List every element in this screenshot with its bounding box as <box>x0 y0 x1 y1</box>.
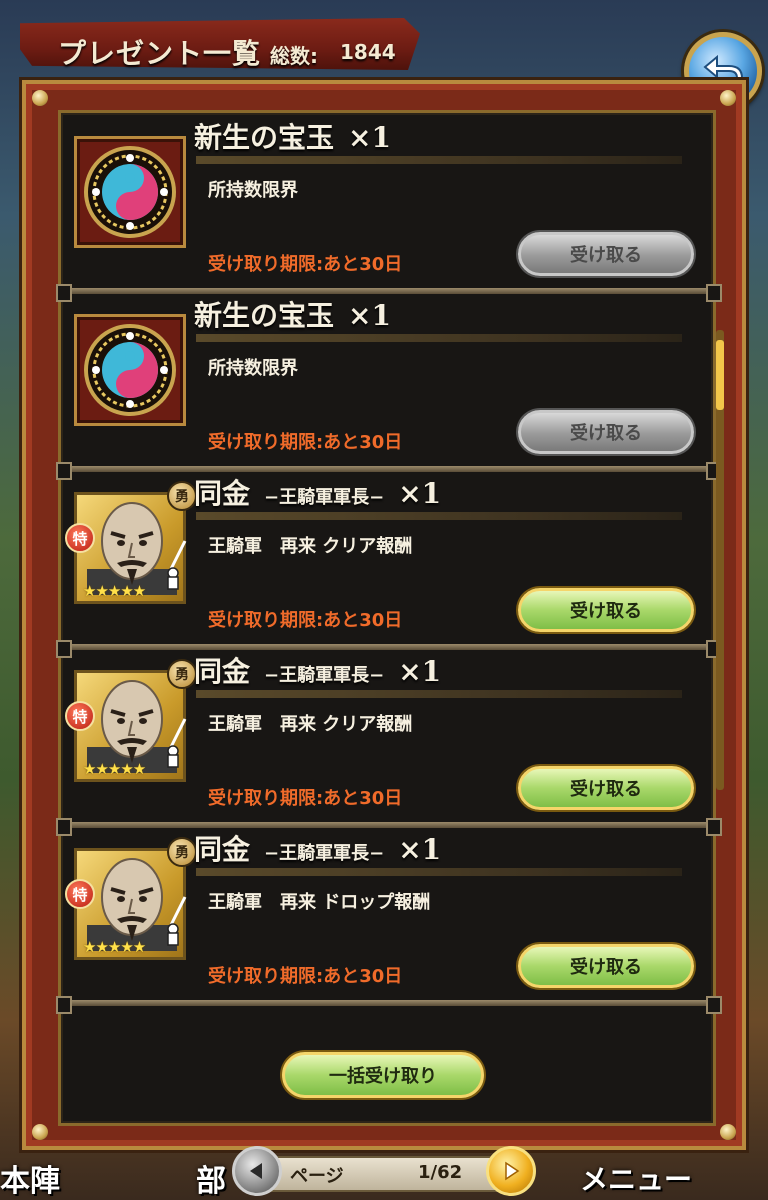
gem-icon <box>74 314 186 426</box>
pager-current: 1/62 <box>418 1162 463 1183</box>
item-name: 同金 −王騎軍軍長− ×1 <box>194 655 442 688</box>
item-name: 同金 −王騎軍軍長− ×1 <box>194 477 442 510</box>
spear-unit-icon <box>167 718 187 768</box>
star-rating: ★★★★★ <box>83 582 146 600</box>
corner-stud-icon <box>720 90 736 106</box>
star-rating: ★★★★★ <box>83 760 146 778</box>
special-badge: 特 <box>65 879 95 909</box>
general-face-icon <box>87 502 177 595</box>
item-description: 王騎軍 再来 クリア報酬 <box>208 714 413 735</box>
item-deadline: 受け取り期限:あと30日 <box>208 610 403 631</box>
general-face-icon <box>87 858 177 951</box>
special-badge: 特 <box>65 523 95 553</box>
item-description: 王騎軍 再来 ドロップ報酬 <box>208 892 431 913</box>
list-item: 勇 特 ★★★★★ 同金 −王騎軍軍長− ×1 王騎軍 再来 クリア報酬 受け取り期… <box>56 472 722 658</box>
nav-menu[interactable]: メニュー <box>580 1158 692 1198</box>
header-banner: プレゼント一覧 総数: 1844 <box>0 8 440 78</box>
list-item: 新生の宝玉 ×1 所持数限界 受け取り期限:あと30日 受け取る <box>56 116 722 302</box>
item-deadline: 受け取り期限:あと30日 <box>208 254 403 275</box>
receive-button[interactable]: 受け取る <box>518 232 694 276</box>
bulk-receive-button[interactable]: 一括受け取り <box>282 1052 484 1098</box>
prev-page-button[interactable] <box>232 1146 282 1196</box>
rank-badge: 勇 <box>167 837 197 867</box>
corner-stud-icon <box>720 1124 736 1140</box>
item-description: 王騎軍 再来 クリア報酬 <box>208 536 413 557</box>
special-badge: 特 <box>65 701 95 731</box>
item-name: 新生の宝玉 ×1 <box>194 121 391 154</box>
name-underline <box>196 868 682 876</box>
page-title: プレゼント一覧 <box>58 37 262 70</box>
gem-icon <box>74 136 186 248</box>
name-underline <box>196 512 682 520</box>
item-deadline: 受け取り期限:あと30日 <box>208 966 403 987</box>
item-name: 同金 −王騎軍軍長− ×1 <box>194 833 442 866</box>
item-deadline: 受け取り期限:あと30日 <box>208 432 403 453</box>
scrollbar-thumb[interactable] <box>716 340 724 410</box>
next-page-button[interactable] <box>486 1146 536 1196</box>
receive-button[interactable]: 受け取る <box>518 944 694 988</box>
name-underline <box>196 156 682 164</box>
spear-unit-icon <box>167 896 187 946</box>
spear-unit-icon <box>167 540 187 590</box>
pager: ページ 1/62 <box>232 1146 536 1196</box>
corner-stud-icon <box>32 90 48 106</box>
name-underline <box>196 690 682 698</box>
total-count-label: 総数: <box>270 44 318 68</box>
rank-badge: 勇 <box>167 481 197 511</box>
item-description: 所持数限界 <box>208 358 298 379</box>
general-portrait: 勇 特 ★★★★★ <box>65 837 197 960</box>
bottom-nav: 本陣 部 ページ 1/62 メニュー <box>0 1146 768 1200</box>
list-item: 新生の宝玉 ×1 所持数限界 受け取り期限:あと30日 受け取る <box>56 294 722 480</box>
arrow-right-icon <box>505 1161 520 1181</box>
general-portrait: 勇 特 ★★★★★ <box>65 481 197 604</box>
list-item: 勇 特 ★★★★★ 同金 −王騎軍軍長− ×1 王騎軍 再来 クリア報酬 受け取り期… <box>56 650 722 836</box>
corner-stud-icon <box>32 1124 48 1140</box>
receive-button[interactable]: 受け取る <box>518 588 694 632</box>
general-portrait: 勇 特 ★★★★★ <box>65 659 197 782</box>
receive-button[interactable]: 受け取る <box>518 410 694 454</box>
star-rating: ★★★★★ <box>83 938 146 956</box>
nav-honjin[interactable]: 本陣 <box>0 1156 60 1200</box>
divider <box>56 996 722 1014</box>
rank-badge: 勇 <box>167 659 197 689</box>
list-item: 勇 特 ★★★★★ 同金 −王騎軍軍長− ×1 王騎軍 再来 ドロップ報酬 受け取り… <box>56 828 722 1014</box>
arrow-left-icon <box>250 1163 262 1179</box>
pager-label: ページ <box>290 1166 344 1187</box>
item-deadline: 受け取り期限:あと30日 <box>208 788 403 809</box>
name-underline <box>196 334 682 342</box>
receive-button[interactable]: 受け取る <box>518 766 694 810</box>
nav-bu[interactable]: 部 <box>196 1156 226 1200</box>
general-face-icon <box>87 680 177 773</box>
item-description: 所持数限界 <box>208 180 298 201</box>
item-name: 新生の宝玉 ×1 <box>194 299 391 332</box>
total-count-value: 1844 <box>340 40 396 64</box>
